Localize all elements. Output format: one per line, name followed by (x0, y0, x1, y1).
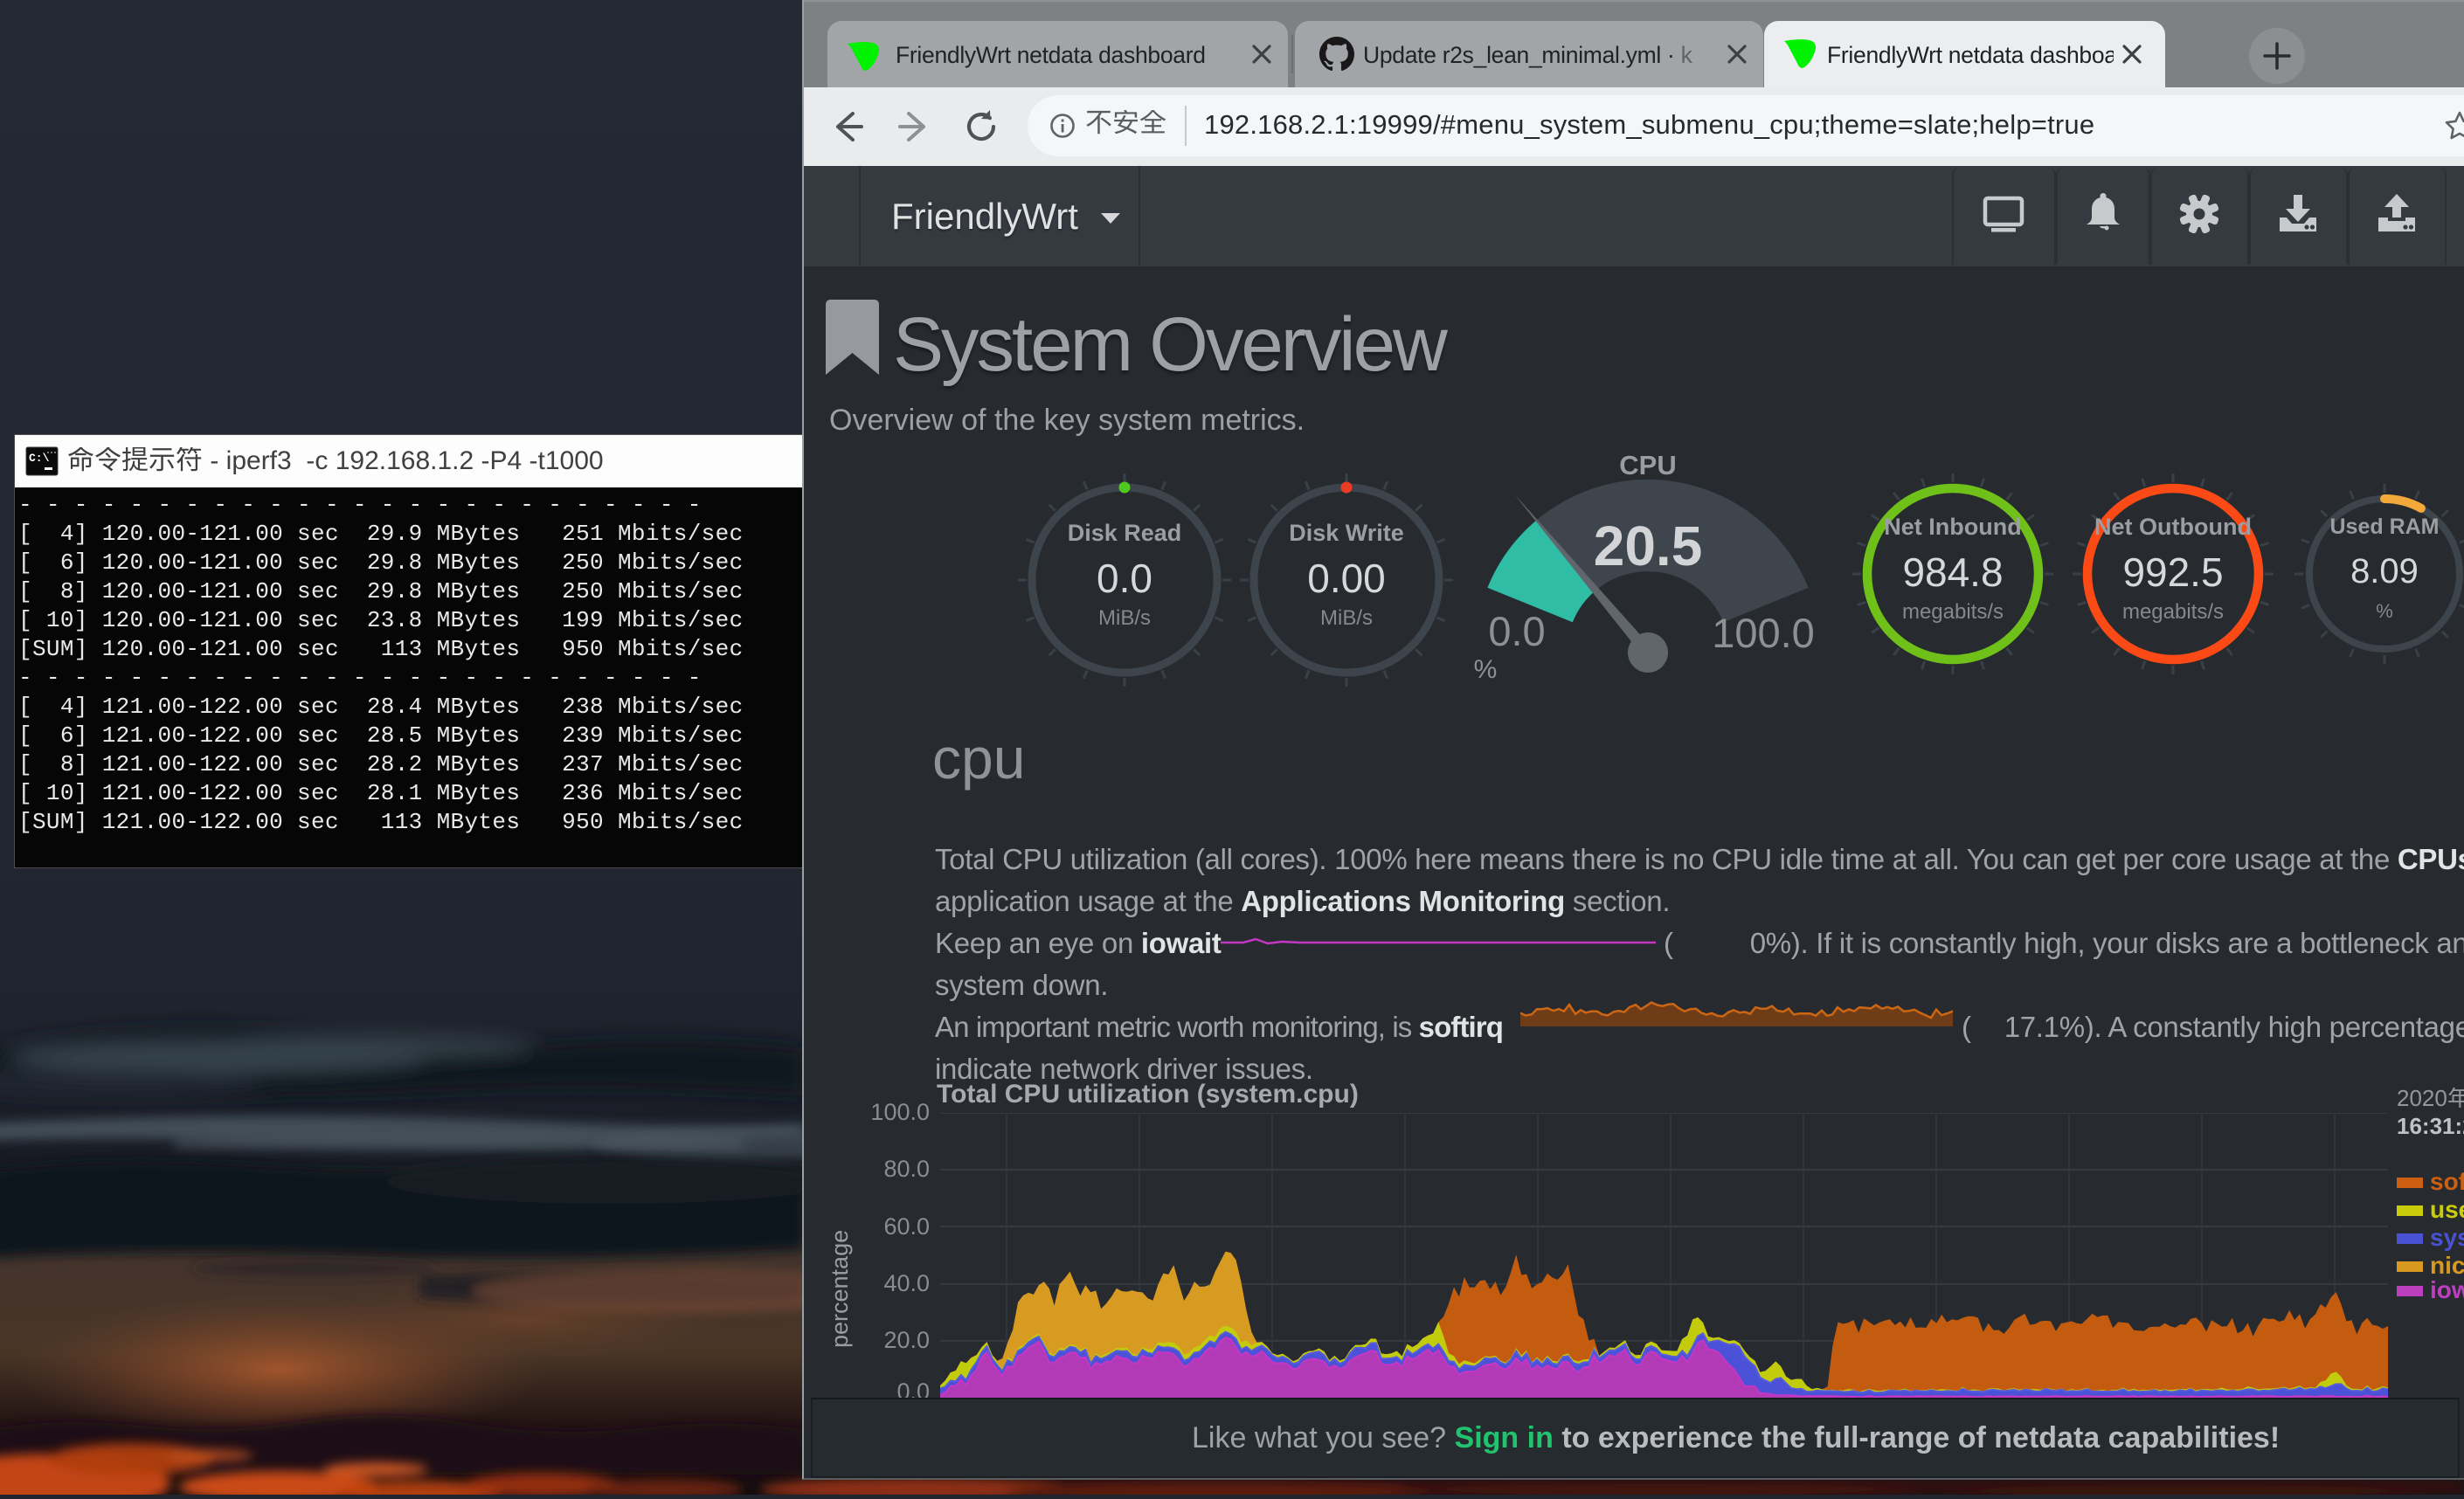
svg-text:C:\: C:\ (29, 452, 50, 465)
